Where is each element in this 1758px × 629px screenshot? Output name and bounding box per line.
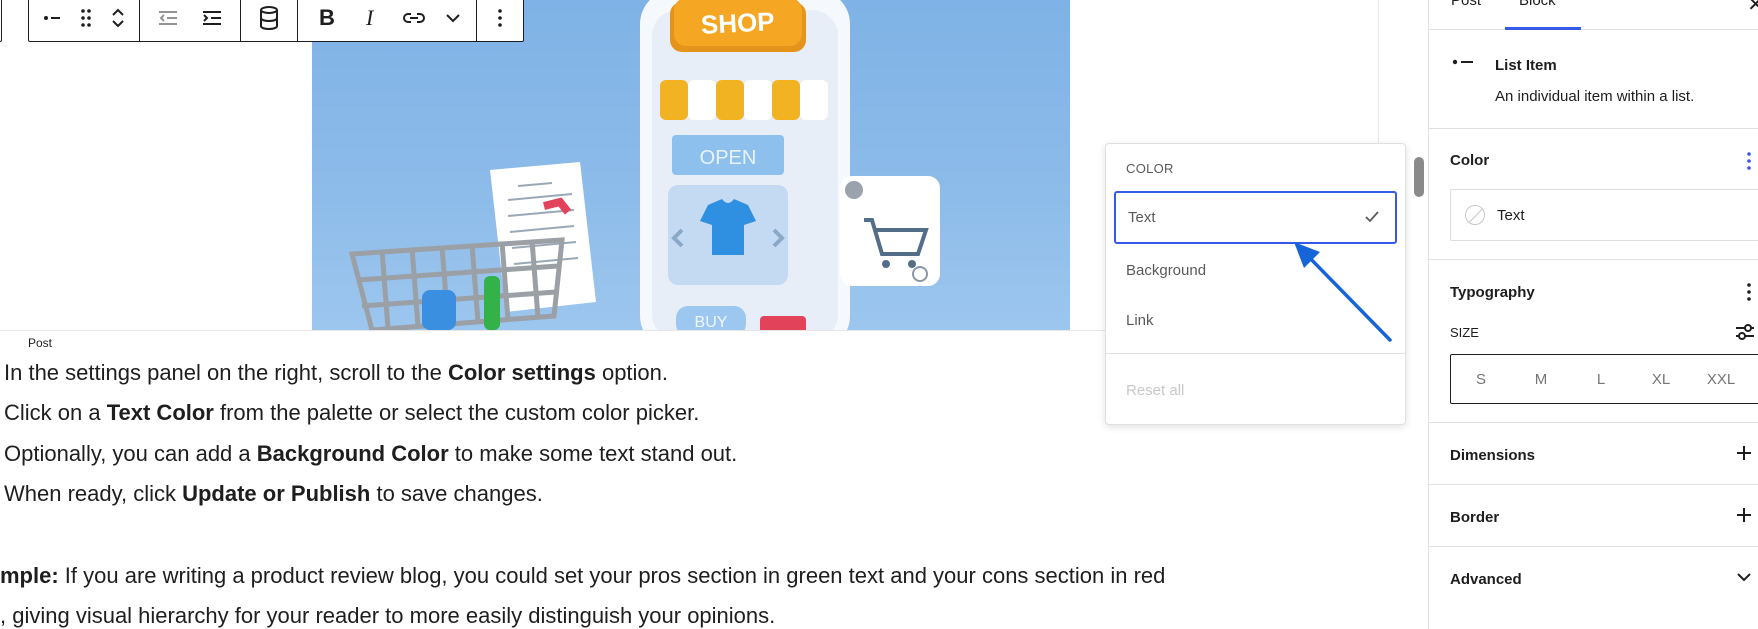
annotation-arrow-icon: [1294, 242, 1392, 342]
size-option-l[interactable]: L: [1571, 371, 1631, 388]
list-item[interactable]: When ready, click Update or Publish to s…: [4, 479, 543, 509]
settings-sidebar: Post Block ✕ List Item An individual ite…: [1428, 0, 1758, 629]
list-item[interactable]: In the settings panel on the right, scro…: [4, 358, 668, 388]
block-toolbar: B I: [28, 0, 524, 42]
toolbar-group-more: [477, 0, 523, 41]
indent-icon[interactable]: [190, 0, 234, 40]
block-title: List Item: [1495, 57, 1557, 74]
more-options-icon[interactable]: [483, 0, 517, 40]
check-icon: [1365, 211, 1379, 223]
color-options-icon[interactable]: [1744, 149, 1754, 178]
tab-post[interactable]: Post: [1451, 0, 1481, 9]
link-icon[interactable]: [392, 0, 436, 40]
list-item-text: to save changes.: [370, 481, 543, 506]
size-option-s[interactable]: S: [1451, 371, 1511, 388]
database-icon[interactable]: [247, 0, 291, 40]
list-item-bold: Background Color: [256, 441, 449, 466]
canvas-scrollbar[interactable]: [1414, 157, 1424, 197]
dimensions-panel-title: Dimensions: [1450, 447, 1536, 464]
buy-button-text: BUY: [695, 314, 728, 330]
color-option-text[interactable]: Text: [1114, 191, 1397, 244]
toolbar-group-block: [29, 0, 140, 41]
sidebar-tabs: Post Block ✕: [1429, 0, 1758, 30]
drag-handle-icon[interactable]: [69, 0, 103, 40]
color-swatch-icon: [1465, 205, 1485, 225]
toolbar-group-indent: [140, 0, 241, 41]
typography-options-icon[interactable]: [1744, 280, 1754, 309]
list-item[interactable]: Optionally, you can add a Background Col…: [4, 439, 737, 469]
border-panel-title: Border: [1450, 509, 1500, 526]
block-movers: [103, 0, 133, 40]
list-item-bold: Text Color: [106, 400, 214, 425]
text-color-button[interactable]: Text: [1450, 189, 1758, 241]
size-label: SIZE: [1450, 325, 1479, 340]
color-panel: Color Text: [1429, 129, 1758, 260]
typography-panel-title: Typography: [1450, 284, 1535, 301]
paragraph-bold: mple:: [0, 563, 59, 588]
chevron-down-icon[interactable]: [436, 0, 470, 40]
plus-icon[interactable]: [1734, 505, 1754, 525]
color-option-label: Text: [1128, 209, 1156, 226]
list-item-text: Click on a: [4, 400, 107, 425]
featured-image[interactable]: SHOP OPEN BUY: [312, 0, 1070, 330]
close-icon[interactable]: ✕: [1747, 0, 1758, 17]
chevron-down-icon[interactable]: [1734, 567, 1754, 587]
list-item-text: When ready, click: [4, 481, 183, 506]
shop-sign-text: SHOP: [700, 6, 775, 40]
list-item-text: to make some text stand out.: [448, 441, 738, 466]
size-option-xl[interactable]: XL: [1631, 371, 1691, 388]
paragraph-text: If you are writing a product review blog…: [58, 563, 1166, 588]
menu-separator: [1106, 353, 1405, 354]
editor-canvas: SHOP OPEN BUY B I Post In the settings p…: [0, 0, 1428, 629]
svg-text:I: I: [365, 6, 375, 30]
color-option-label: Link: [1126, 311, 1154, 329]
advanced-panel[interactable]: Advanced: [1429, 547, 1758, 609]
block-card: List Item An individual item within a li…: [1429, 30, 1758, 129]
list-item-text: In the settings panel on the right, scro…: [4, 360, 448, 385]
color-option-label: Background: [1126, 261, 1207, 279]
size-option-xxl[interactable]: XXL: [1691, 371, 1751, 388]
dimensions-panel[interactable]: Dimensions: [1429, 423, 1758, 485]
list-item-bold: Update or Publish: [182, 481, 371, 506]
previous-block-outline: [0, 0, 2, 42]
size-option-m[interactable]: M: [1511, 371, 1571, 388]
paragraph-line[interactable]: , giving visual hierarchy for your reade…: [0, 601, 775, 629]
reset-all-button[interactable]: Reset all: [1126, 382, 1184, 399]
advanced-panel-title: Advanced: [1450, 571, 1522, 588]
post-label: Post: [28, 336, 53, 350]
bold-icon[interactable]: B: [304, 0, 348, 40]
font-size-picker: S M L XL XXL: [1450, 354, 1758, 404]
list-item-bold: Color settings: [447, 360, 596, 385]
svg-text:B: B: [319, 6, 335, 30]
text-color-label: Text: [1497, 206, 1525, 224]
list-item-icon[interactable]: [35, 0, 69, 40]
list-item-text: option.: [595, 360, 669, 385]
block-description: An individual item within a list.: [1495, 88, 1695, 105]
custom-size-settings-icon[interactable]: [1734, 321, 1756, 343]
move-up-icon[interactable]: [110, 6, 126, 18]
tab-block[interactable]: Block: [1519, 0, 1556, 9]
list-item-text: from the palette or select the custom co…: [213, 400, 700, 425]
list-item-text: Optionally, you can add a: [4, 441, 257, 466]
move-down-icon[interactable]: [110, 18, 126, 30]
list-item[interactable]: Click on a Text Color from the palette o…: [4, 398, 699, 428]
plus-icon[interactable]: [1734, 443, 1754, 463]
list-item-icon: [1452, 59, 1473, 65]
toolbar-group-format: B I: [298, 0, 477, 41]
shop-illustration: SHOP OPEN BUY: [348, 0, 940, 330]
typography-panel: Typography SIZE S M L XL XXL: [1429, 260, 1758, 423]
color-menu-heading: COLOR: [1126, 161, 1174, 176]
italic-icon[interactable]: I: [348, 0, 392, 40]
border-panel[interactable]: Border: [1429, 485, 1758, 547]
outdent-icon[interactable]: [146, 0, 190, 40]
open-sign-text: OPEN: [700, 147, 757, 169]
paragraph-line[interactable]: mple: If you are writing a product revie…: [0, 561, 1165, 591]
toolbar-group-binding: [241, 0, 298, 41]
color-panel-title: Color: [1450, 152, 1490, 169]
